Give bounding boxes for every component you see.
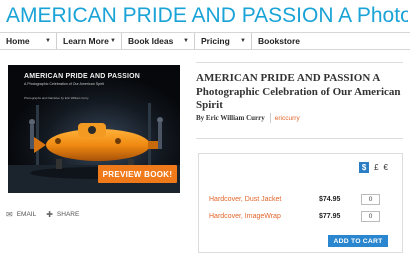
chevron-down-icon[interactable]: ▼ xyxy=(45,38,51,44)
plus-icon: ✚ xyxy=(46,209,53,219)
nav-home-label: Home xyxy=(6,36,30,46)
byline-divider xyxy=(269,113,271,123)
author-handle-link[interactable]: ericcurry xyxy=(275,115,300,122)
purchase-box: $ £ € Hardcover, Dust Jacket $74.95 0 Ha… xyxy=(198,153,403,253)
currency-gbp[interactable]: £ xyxy=(374,163,378,172)
details-divider xyxy=(196,138,403,139)
email-label: EMAIL xyxy=(16,210,37,218)
price-value: $74.95 xyxy=(319,195,341,203)
details-top-rule xyxy=(196,62,403,63)
nav-bookstore[interactable]: Bookstore xyxy=(252,33,312,49)
nav-pricing-label: Pricing xyxy=(201,36,230,46)
byline: By Eric William Curry ericcurry xyxy=(196,113,300,123)
chevron-down-icon[interactable]: ▼ xyxy=(183,38,189,44)
share-link[interactable]: ✚ SHARE xyxy=(46,210,79,219)
share-row: ✉ EMAIL ✚ SHARE xyxy=(6,209,89,219)
nav-learn-more-label: Learn More xyxy=(63,36,109,46)
page-title: AMERICAN PRIDE AND PASSION A Photogra... xyxy=(6,4,408,27)
main-nav: Home ▼ Learn More ▼ Book Ideas ▼ Pricing… xyxy=(0,32,410,50)
nav-pricing[interactable]: Pricing ▼ xyxy=(195,33,252,49)
add-to-cart-button[interactable]: ADD TO CART xyxy=(328,235,388,247)
author-byline: By Eric William Curry xyxy=(196,114,265,122)
cover-author: Photographs and Narrative by Eric Willia… xyxy=(24,96,89,100)
nav-home[interactable]: Home ▼ xyxy=(0,33,57,49)
price-option-row: Hardcover, ImageWrap $77.95 0 xyxy=(209,210,395,222)
chevron-down-icon[interactable]: ▼ xyxy=(110,38,116,44)
currency-selector: $ £ € xyxy=(359,162,388,173)
price-option-row: Hardcover, Dust Jacket $74.95 0 xyxy=(209,193,395,205)
format-link[interactable]: Hardcover, Dust Jacket xyxy=(209,196,319,203)
cover-subtitle: A Photographic Celebration of Our Americ… xyxy=(24,82,104,86)
nav-learn-more[interactable]: Learn More ▼ xyxy=(57,33,122,49)
envelope-icon: ✉ xyxy=(6,209,13,219)
currency-usd[interactable]: $ xyxy=(359,162,370,173)
share-label: SHARE xyxy=(56,210,80,218)
quantity-input[interactable]: 0 xyxy=(361,193,380,205)
nav-bookstore-label: Bookstore xyxy=(258,36,301,46)
currency-eur[interactable]: € xyxy=(384,163,388,172)
quantity-input[interactable]: 0 xyxy=(361,210,380,222)
chevron-down-icon[interactable]: ▼ xyxy=(240,38,246,44)
preview-book-button[interactable]: PREVIEW BOOK! xyxy=(98,165,177,183)
nav-book-ideas-label: Book Ideas xyxy=(128,36,174,46)
price-value: $77.95 xyxy=(319,212,341,220)
book-title: AMERICAN PRIDE AND PASSION A Photographi… xyxy=(196,72,401,111)
nav-book-ideas[interactable]: Book Ideas ▼ xyxy=(122,33,195,49)
email-link[interactable]: ✉ EMAIL xyxy=(6,210,36,219)
cover-title: AMERICAN PRIDE AND PASSION xyxy=(24,73,141,80)
format-link[interactable]: Hardcover, ImageWrap xyxy=(209,213,319,220)
